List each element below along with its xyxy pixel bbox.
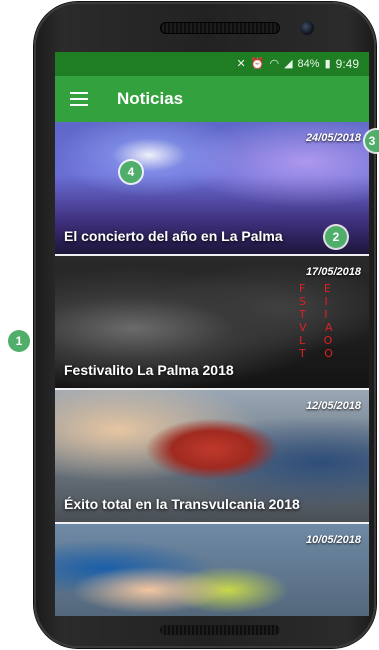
mute-icon: ✕ — [236, 57, 246, 70]
logo-line: V A — [299, 321, 335, 334]
signal-icon: ◢ — [284, 57, 293, 70]
news-card[interactable]: 10/05/2018 — [55, 524, 369, 616]
bottom-speaker — [160, 625, 280, 635]
annotation-badge-4: 4 — [120, 161, 142, 183]
festivalito-logo: F E S I T I V A L O T O — [299, 282, 355, 362]
news-title: Festivalito La Palma 2018 — [64, 362, 234, 378]
logo-line: L O — [299, 334, 335, 347]
news-date: 17/05/2018 — [305, 266, 361, 278]
news-card[interactable]: 17/05/2018 F E S I T I V A L O T O Festi… — [55, 256, 369, 390]
status-time: 9:49 — [335, 57, 359, 71]
news-date: 24/05/2018 — [305, 132, 361, 144]
logo-line: T O — [299, 347, 335, 360]
news-title: Éxito total en la Transvulcania 2018 — [64, 496, 300, 512]
news-date: 12/05/2018 — [305, 400, 361, 412]
news-feed: 24/05/2018 El concierto del año en La Pa… — [55, 122, 369, 616]
earpiece-speaker — [160, 22, 280, 34]
news-card[interactable]: 12/05/2018 Éxito total en la Transvulcan… — [55, 390, 369, 524]
logo-line: S I — [299, 295, 330, 308]
logo-line: T I — [299, 308, 330, 321]
annotation-badge-2: 2 — [325, 226, 347, 248]
front-camera — [300, 21, 314, 35]
status-bar: ✕ ⏰ ◠ ◢ 84% ▮ 9:49 — [55, 52, 369, 76]
phone-screen: ✕ ⏰ ◠ ◢ 84% ▮ 9:49 Noticias 24/05/2018 E… — [55, 52, 369, 616]
logo-line: F E — [299, 282, 333, 295]
wifi-icon: ◠ — [269, 57, 280, 70]
news-title: El concierto del año en La Palma — [64, 228, 283, 244]
battery-percent: 84% — [297, 58, 320, 70]
news-date: 10/05/2018 — [305, 534, 361, 546]
menu-button[interactable] — [55, 76, 103, 122]
annotation-badge-1: 1 — [8, 330, 30, 352]
app-bar: Noticias — [55, 76, 369, 122]
battery-icon: ▮ — [324, 57, 331, 70]
alarm-icon: ⏰ — [250, 57, 265, 70]
hamburger-menu-icon — [70, 92, 88, 106]
news-card[interactable]: 24/05/2018 El concierto del año en La Pa… — [55, 122, 369, 256]
page-title: Noticias — [117, 89, 184, 108]
